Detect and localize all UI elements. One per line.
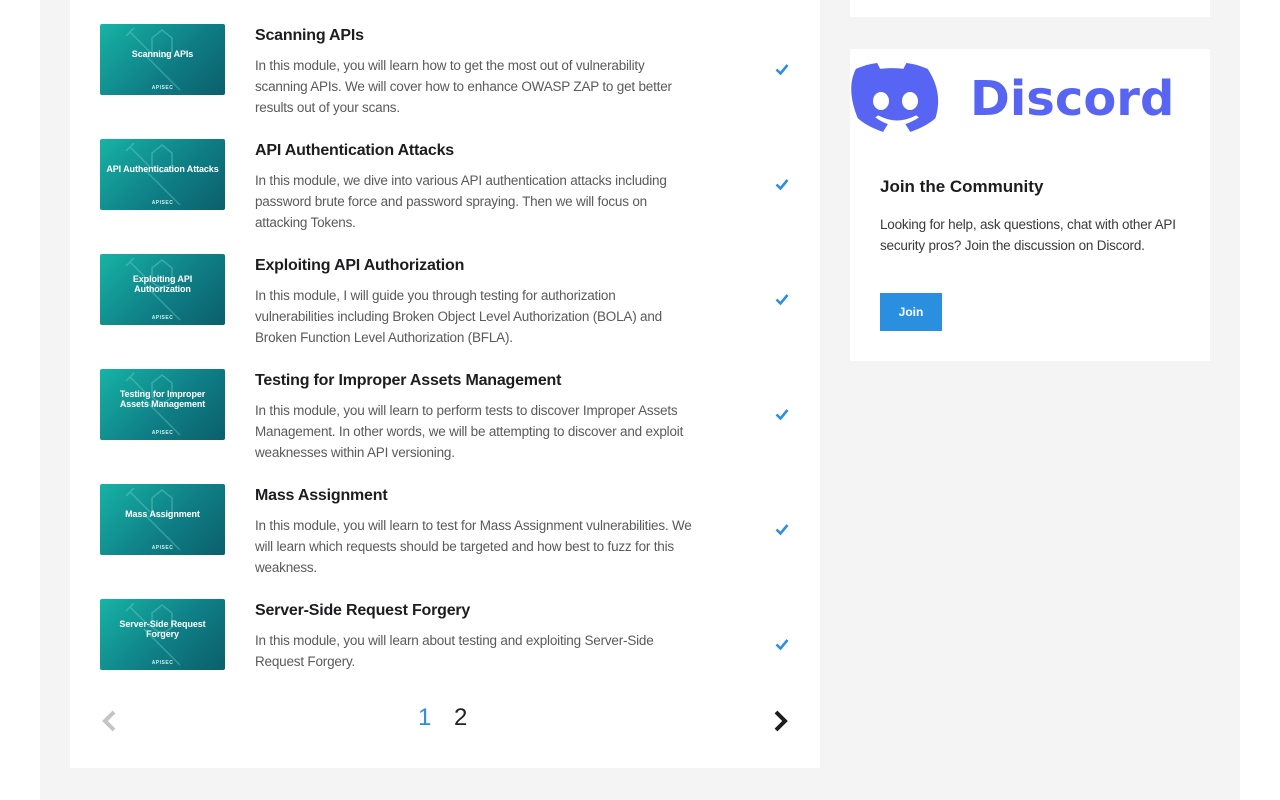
checkmark-icon bbox=[775, 524, 789, 536]
community-title: Join the Community bbox=[880, 177, 1044, 196]
checkmark-icon bbox=[775, 179, 789, 191]
sidebar-widget-top bbox=[850, 0, 1210, 17]
module-item-mass-assignment[interactable]: Mass Assignment APISEC Mass Assignment I… bbox=[100, 484, 800, 594]
module-title[interactable]: Mass Assignment bbox=[255, 487, 715, 505]
checkmark-icon bbox=[775, 64, 789, 76]
join-button[interactable]: Join bbox=[880, 293, 942, 331]
checkmark-icon bbox=[775, 294, 789, 306]
thumbnail-label: Server-Side Request Forgery bbox=[119, 618, 206, 639]
thumbnail-brand: APISEC bbox=[151, 200, 174, 206]
module-item-scanning-apis[interactable]: Scanning APIs APISEC Scanning APIs In th… bbox=[100, 24, 800, 134]
module-thumbnail[interactable]: API Authentication Attacks APISEC bbox=[100, 139, 225, 210]
discord-banner: Discord bbox=[850, 49, 1210, 149]
module-description: In this module, you will learn to test f… bbox=[255, 518, 692, 575]
module-item-exploiting-api-authorization[interactable]: Exploiting API Authorization APISEC Expl… bbox=[100, 254, 800, 364]
module-thumbnail[interactable]: Scanning APIs APISEC bbox=[100, 24, 225, 95]
thumbnail-brand: APISEC bbox=[151, 315, 174, 321]
checkmark-icon bbox=[775, 639, 789, 651]
module-description: In this module, we dive into various API… bbox=[255, 173, 667, 230]
module-item-api-authentication-attacks[interactable]: API Authentication Attacks APISEC API Au… bbox=[100, 139, 800, 249]
module-description: In this module, I will guide you through… bbox=[255, 288, 662, 345]
thumbnail-label: API Authentication Attacks bbox=[106, 163, 219, 174]
module-thumbnail[interactable]: Mass Assignment APISEC bbox=[100, 484, 225, 555]
thumbnail-label: Exploiting API Authorization bbox=[132, 273, 193, 294]
chevron-left-icon[interactable] bbox=[100, 710, 118, 732]
module-title[interactable]: Server-Side Request Forgery bbox=[255, 602, 715, 620]
thumbnail-label: Mass Assignment bbox=[125, 508, 200, 519]
thumbnail-brand: APISEC bbox=[151, 545, 174, 551]
module-description: In this module, you will learn to perfor… bbox=[255, 403, 684, 460]
checkmark-icon bbox=[775, 409, 789, 421]
thumbnail-brand: APISEC bbox=[151, 660, 174, 666]
thumbnail-label: Scanning APIs bbox=[131, 48, 194, 59]
module-thumbnail[interactable]: Exploiting API Authorization APISEC bbox=[100, 254, 225, 325]
chevron-right-icon[interactable] bbox=[772, 710, 790, 732]
thumbnail-brand: APISEC bbox=[151, 85, 174, 91]
module-description: In this module, you will learn how to ge… bbox=[255, 58, 672, 115]
discord-wordmark: Discord bbox=[970, 71, 1175, 127]
module-thumbnail[interactable]: Testing for Improper Assets Management A… bbox=[100, 369, 225, 440]
module-thumbnail[interactable]: Server-Side Request Forgery APISEC bbox=[100, 599, 225, 670]
pagination: 1 2 bbox=[100, 700, 790, 740]
page-2-link[interactable]: 2 bbox=[454, 704, 467, 732]
module-item-server-side-request-forgery[interactable]: Server-Side Request Forgery APISEC Serve… bbox=[100, 599, 800, 709]
module-item-improper-assets-management[interactable]: Testing for Improper Assets Management A… bbox=[100, 369, 800, 479]
community-card: Discord Join the Community Looking for h… bbox=[850, 49, 1210, 361]
community-description: Looking for help, ask questions, chat wi… bbox=[880, 217, 1176, 253]
module-title[interactable]: Testing for Improper Assets Management bbox=[255, 372, 715, 390]
module-title[interactable]: Exploiting API Authorization bbox=[255, 257, 715, 275]
thumbnail-label: Testing for Improper Assets Management bbox=[119, 388, 206, 409]
discord-logo-icon bbox=[851, 63, 939, 132]
module-description: In this module, you will learn about tes… bbox=[255, 633, 654, 669]
thumbnail-brand: APISEC bbox=[151, 430, 174, 436]
module-title[interactable]: Scanning APIs bbox=[255, 27, 715, 45]
module-title[interactable]: API Authentication Attacks bbox=[255, 142, 715, 160]
page-1-link[interactable]: 1 bbox=[418, 704, 431, 732]
